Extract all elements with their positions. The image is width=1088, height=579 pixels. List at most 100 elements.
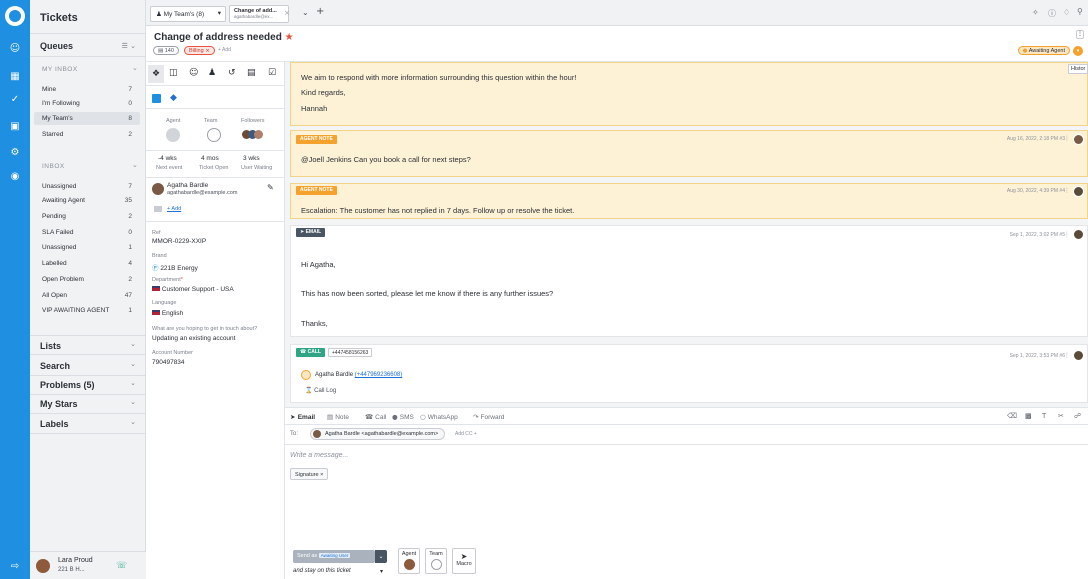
brand-value[interactable]: Ⓟ 221B Energy [152,262,198,272]
team-avatar[interactable] [207,128,221,142]
tab-my-teams[interactable]: ♟ My Team's (8) ▾ [150,6,226,22]
message-input[interactable]: Write a message... [290,452,348,459]
agent-avatar[interactable] [166,128,180,142]
nav-item[interactable]: Awaiting Agent 35 [34,194,140,207]
chevron-down-icon[interactable]: ▾ [218,9,221,17]
customer-email[interactable]: agathabardle@example.com [167,190,237,196]
chevron-down-icon[interactable]: ⌄ [130,360,136,368]
bell-icon[interactable]: ♢ [1063,8,1070,17]
call-number-chip[interactable]: +447458156263 [328,348,373,357]
macro-button[interactable]: ➤ Macro [452,548,476,574]
people-icon[interactable]: ♟ [208,68,216,78]
nav-item[interactable]: My Team's 8 [34,112,140,125]
report-icon[interactable]: ▦ [8,70,22,84]
text-format-icon[interactable]: T [1042,412,1046,420]
tasks-icon[interactable]: ☑ [268,68,276,78]
status-badge[interactable]: ● Awaiting Agent [1017,46,1070,55]
nav-item[interactable]: Mine 7 [34,83,140,96]
language-value[interactable]: English [152,310,183,317]
tabs-dropdown-icon[interactable]: ⌄ [302,8,309,17]
app-logo-icon[interactable] [5,6,25,26]
ref-value[interactable]: MMOR-0229-XXIP [152,238,206,245]
message-more-icon[interactable]: ⋮ [1064,352,1070,359]
status-count-badge[interactable]: ▾ [1073,46,1083,56]
compose-tab[interactable]: ➤ Email [290,413,315,421]
nav-item[interactable]: Starred 2 [34,128,140,141]
nav-item[interactable]: Pending 2 [34,210,140,223]
nav-section[interactable]: Search ⌄ [30,356,146,376]
nav-item[interactable]: Unassigned 7 [34,180,140,193]
send-options-dropdown[interactable]: ⌄ [375,550,387,563]
history-icon[interactable]: ↺ [228,68,236,78]
tab-ticket[interactable]: Change of add... agathabardle@ex... [229,5,289,23]
nav-item[interactable]: SLA Failed 0 [34,226,140,239]
jira-icon[interactable]: ◆ [170,93,177,103]
stay-dropdown-icon[interactable]: ▾ [380,568,383,575]
template-icon[interactable]: ▩ [1025,412,1032,420]
nav-item[interactable]: I'm Following 0 [34,97,140,110]
my-inbox-chevron-icon[interactable]: ⌄ [132,64,138,72]
nav-item[interactable]: VIP AWAITING AGENT 1 [34,304,140,317]
user-tab-icon[interactable]: ☺ [189,68,198,78]
new-tab-icon[interactable]: + [316,6,324,17]
nav-item[interactable]: All Open 47 [34,289,140,302]
customer-name[interactable]: Agatha Bardle [167,182,208,189]
nav-section[interactable]: Labels ⌄ [30,414,146,434]
queues-section[interactable]: Queues ☰ ⌄ [30,33,146,57]
call-person[interactable]: Agatha Bardle (+447969236608) [315,372,402,378]
message-more-icon[interactable]: ⋮ [1064,187,1070,194]
message-more-icon[interactable]: ⋮ [1064,135,1070,142]
send-button[interactable]: Send as Awaiting User [293,550,375,563]
department-value[interactable]: Customer Support - USA [152,286,234,293]
check-icon[interactable]: ✓ [8,93,22,107]
nav-section[interactable]: Problems (5) ⌄ [30,375,146,395]
search-icon[interactable]: ⚲ [1077,7,1083,16]
remove-label-icon[interactable]: × [205,48,210,54]
compose-tab[interactable]: ● SMS [392,413,414,421]
help-icon[interactable]: ◉ [8,170,22,184]
chevron-down-icon[interactable]: ⌄ [130,398,136,406]
info-icon[interactable]: ❖ [148,65,164,83]
files-icon[interactable]: ▤ [247,68,256,78]
settings-icon[interactable]: ⚙ [8,146,22,160]
current-user[interactable]: Lara Proud 221 B H... ☏ [30,551,146,579]
add-field-link[interactable]: + Add [167,206,181,212]
nav-section[interactable]: My Stars ⌄ [30,394,146,414]
trash-icon[interactable]: ⌫ [1007,412,1017,420]
nav-item[interactable]: Labelled 4 [34,257,140,270]
call-person-number[interactable]: (+447969236608) [355,372,403,378]
inbox-chevron-icon[interactable]: ⌄ [132,161,138,169]
add-label-link[interactable]: + Add [218,47,231,53]
chevron-down-icon[interactable]: ⌄ [130,418,136,426]
attach-icon[interactable]: ☍ [1074,412,1081,420]
link-icon[interactable]: ◫ [169,68,178,78]
chevron-down-icon[interactable]: ⌄ [130,340,136,348]
ticket-id-badge[interactable]: ▤ 140 [153,46,179,55]
star-icon[interactable]: ★ [285,32,294,43]
assign-agent-button[interactable]: Agent [398,548,420,574]
chevron-down-icon[interactable]: ⌄ [130,379,136,387]
user-icon[interactable]: ☺ [8,42,22,56]
scissors-icon[interactable]: ✂ [1058,412,1064,420]
assign-team-button[interactable]: Team [425,548,447,574]
compose-tab[interactable]: ▤ Note [327,413,349,421]
stay-on-ticket-label[interactable]: and stay on this ticket [293,568,351,574]
ticket-title[interactable]: Change of address needed ★ [154,32,294,43]
nav-section[interactable]: Lists ⌄ [30,335,146,355]
phone-status-icon[interactable]: ☏ [116,561,127,571]
ai-icon[interactable]: ✧ [1032,8,1039,17]
nav-item[interactable]: Open Problem 2 [34,273,140,286]
recipient-chip[interactable]: Agatha Bardle <agathabardle@example.com> [310,428,446,440]
follower-avatar[interactable] [254,130,263,139]
call-log[interactable]: ⌛ Call Log [305,387,336,394]
label-badge[interactable]: Billing × [184,46,215,55]
compose-tab[interactable]: ○ WhatsApp [420,413,458,421]
add-cc-link[interactable]: Add CC + [455,431,477,437]
inbox-icon[interactable]: ▣ [8,120,22,134]
integration-icon[interactable] [152,94,161,103]
compose-tab[interactable]: ↷ Forward [473,413,504,421]
collapse-icon[interactable]: ⇨ [8,560,22,574]
close-tab-icon[interactable]: × [284,9,290,17]
nav-item[interactable]: Unassigned 1 [34,241,140,254]
message-more-icon[interactable]: ⋮ [1064,231,1070,238]
